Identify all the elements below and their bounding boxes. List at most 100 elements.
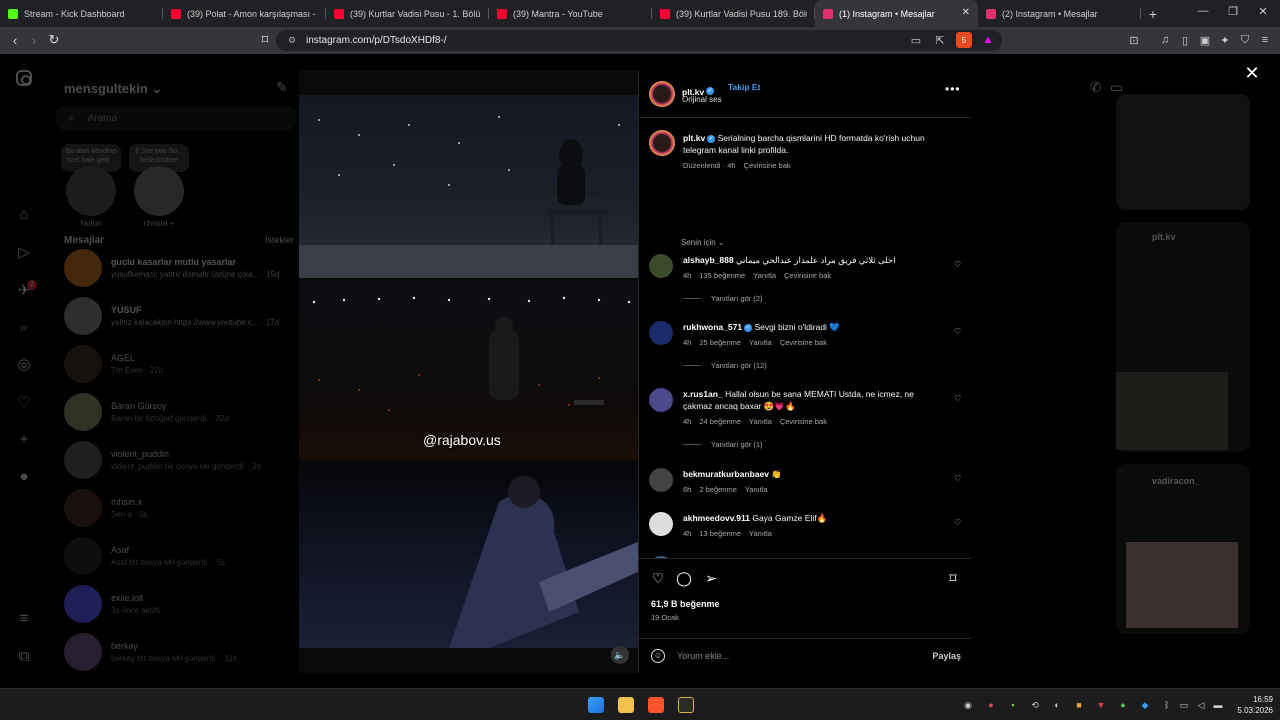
close-modal-icon[interactable]: ✕ bbox=[1243, 64, 1261, 82]
comment-like-count[interactable]: 135 beğenme bbox=[699, 271, 745, 280]
tray-app-icon[interactable]: ▪ bbox=[1007, 699, 1019, 711]
bluetooth-icon[interactable]: ᛒ bbox=[1161, 699, 1173, 711]
more-options-icon[interactable]: ••• bbox=[945, 82, 961, 96]
comment-like-icon[interactable]: ♡ bbox=[954, 260, 961, 269]
tray-app-icon[interactable]: ● bbox=[985, 699, 997, 711]
like-heart-icon[interactable]: ♡ bbox=[649, 569, 667, 587]
media-icon[interactable]: ♫ bbox=[1157, 32, 1173, 48]
browser-tab[interactable]: Stream - Kick Dashboard bbox=[0, 0, 163, 27]
back-arrow-icon[interactable]: ‹ bbox=[5, 30, 25, 50]
share-page-icon[interactable]: ⇱ bbox=[932, 32, 948, 48]
wallet-icon[interactable]: ▣ bbox=[1197, 32, 1213, 48]
avatar[interactable] bbox=[649, 388, 673, 412]
browser-tab[interactable]: (2) Instagram • Mesajlar bbox=[978, 0, 1141, 27]
comment-like-icon[interactable]: ♡ bbox=[954, 394, 961, 403]
reload-icon[interactable]: ↻ bbox=[44, 30, 64, 50]
comment-username[interactable]: bekmuratkurbanbaev bbox=[683, 469, 769, 479]
browser-tab[interactable]: (39) Mantra - YouTube bbox=[489, 0, 652, 27]
leo-icon[interactable]: ✦ bbox=[1217, 32, 1233, 48]
translate-link[interactable]: Çevirisine bak bbox=[744, 161, 791, 170]
tray-app-icon[interactable]: ◉ bbox=[962, 699, 974, 711]
comment-username[interactable]: alshayb_888 bbox=[683, 255, 734, 265]
close-window-icon[interactable]: ✕ bbox=[1253, 5, 1273, 18]
tray-app-icon[interactable]: ◐ bbox=[1051, 699, 1063, 711]
browser-tab[interactable]: (39) Kurtlar Vadisi Pusu - 1. Bölüm Full… bbox=[326, 0, 489, 27]
maximize-icon[interactable]: ❐ bbox=[1223, 5, 1243, 18]
app-icon[interactable] bbox=[678, 697, 694, 713]
brave-browser-icon[interactable] bbox=[648, 697, 664, 713]
close-tab-icon[interactable]: ✕ bbox=[962, 7, 970, 18]
comment-icon[interactable]: ◯ bbox=[675, 569, 693, 587]
comment-body: akhmeedovv.911 Gaya Gamze Elif🔥 4h 13 beğe… bbox=[683, 512, 945, 540]
network-icon[interactable]: ▭ bbox=[1178, 699, 1190, 711]
comment-like-count[interactable]: 24 beğenme bbox=[699, 417, 741, 426]
system-clock[interactable]: 16:59 5.03.2026 bbox=[1233, 694, 1273, 716]
comment-like-icon[interactable]: ♡ bbox=[954, 518, 961, 527]
minimize-icon[interactable]: — bbox=[1193, 5, 1213, 17]
new-tab-button[interactable]: + bbox=[1141, 0, 1165, 27]
translate-link[interactable]: Çevirisine bak bbox=[784, 271, 831, 280]
avatar[interactable] bbox=[649, 81, 675, 107]
sidebar-icon[interactable]: ▯ bbox=[1177, 32, 1193, 48]
like-count[interactable]: 61,9 B beğenme bbox=[651, 599, 720, 609]
sort-dropdown[interactable]: Senin için ⌄ bbox=[681, 238, 725, 247]
brave-shield-icon[interactable]: 5 bbox=[956, 32, 972, 48]
avatar[interactable] bbox=[649, 468, 673, 492]
emoji-icon[interactable]: ☺ bbox=[651, 649, 665, 663]
mute-icon[interactable]: 🔈 bbox=[611, 646, 629, 664]
tray-app-icon[interactable]: ⟲ bbox=[1029, 699, 1041, 711]
comment-like-count[interactable]: 13 beğenme bbox=[699, 529, 741, 538]
avatar[interactable] bbox=[649, 254, 673, 278]
comment-username[interactable]: rukhwona_571 bbox=[683, 322, 742, 332]
menu-icon[interactable]: ≡ bbox=[1257, 32, 1273, 48]
avatar[interactable] bbox=[649, 512, 673, 536]
file-explorer-icon[interactable] bbox=[618, 697, 634, 713]
view-replies-button[interactable]: Yanıtları gör (12) bbox=[683, 361, 767, 370]
volume-icon[interactable]: ◁ bbox=[1195, 699, 1207, 711]
browser-tab[interactable]: (1) Instagram • Mesajlar ✕ bbox=[815, 0, 978, 27]
cast-icon[interactable]: ▭ bbox=[908, 32, 924, 48]
reply-button[interactable]: Yanıtla bbox=[753, 271, 776, 280]
bookmark-icon[interactable]: ⌑ bbox=[255, 30, 275, 50]
translate-link[interactable]: Çevirisine bak bbox=[780, 338, 827, 347]
author-username[interactable]: plt.kv bbox=[683, 133, 705, 143]
comment-username[interactable]: x.rus1an_ bbox=[683, 389, 723, 399]
battery-icon[interactable]: ▬ bbox=[1212, 699, 1224, 711]
comment-like-count[interactable]: 2 beğenme bbox=[699, 485, 737, 494]
comment-like-icon[interactable]: ♡ bbox=[954, 327, 961, 336]
post-comment-button[interactable]: Paylaş bbox=[932, 651, 961, 661]
reply-button[interactable]: Yanıtla bbox=[749, 338, 772, 347]
share-icon[interactable]: ➢ bbox=[702, 569, 720, 587]
comment-username[interactable]: akhmeedovv.911 bbox=[683, 513, 750, 523]
translate-link[interactable]: Çevirisine bak bbox=[780, 417, 827, 426]
screenshot-icon[interactable]: ⊡ bbox=[1126, 32, 1142, 48]
browser-tab[interactable]: (39) Polat - Amon karşılaşması - YouTube bbox=[163, 0, 326, 27]
view-replies-button[interactable]: Yanıtları gör (2) bbox=[683, 294, 763, 303]
reply-button[interactable]: Yanıtla bbox=[745, 485, 768, 494]
start-icon[interactable] bbox=[588, 697, 604, 713]
comment-like-count[interactable]: 25 beğenme bbox=[699, 338, 741, 347]
tray-app-icon[interactable]: ▼ bbox=[1095, 699, 1107, 711]
browser-tab[interactable]: (39) Kurtlar Vadisi Pusu 189. Bölüm bbox=[652, 0, 815, 27]
comment-like-icon[interactable]: ♡ bbox=[954, 474, 961, 483]
avatar[interactable] bbox=[649, 321, 673, 345]
vpn-icon[interactable]: ⛉ bbox=[1237, 32, 1253, 48]
view-replies-button[interactable]: Yanıtları gör (1) bbox=[683, 440, 763, 449]
reply-button[interactable]: Yanıtla bbox=[749, 529, 772, 538]
brave-rewards-icon[interactable]: ▲ bbox=[980, 32, 996, 48]
tray-app-icon[interactable]: ■ bbox=[1073, 699, 1085, 711]
follow-button[interactable]: Takip Et bbox=[728, 82, 760, 92]
comment-meta: 4h 135 beğenme Yanıtla Çevirisine bak bbox=[683, 270, 945, 282]
forward-arrow-icon[interactable]: › bbox=[24, 30, 44, 50]
tray-app-icon[interactable]: ● bbox=[1117, 699, 1129, 711]
tray-app-icon[interactable]: ◆ bbox=[1139, 699, 1151, 711]
avatar[interactable] bbox=[649, 130, 675, 156]
reply-button[interactable]: Yanıtla bbox=[749, 417, 772, 426]
save-bookmark-icon[interactable]: ⌑ bbox=[944, 569, 962, 587]
tab-title: (39) Kurtlar Vadisi Pusu 189. Bölüm bbox=[676, 8, 807, 19]
address-bar[interactable]: ⚙ instagram.com/p/DTsdoXHDf8-/ bbox=[276, 30, 1002, 51]
audio-label[interactable]: Orijinal ses bbox=[682, 95, 722, 104]
post-video[interactable]: @rajabov.us 🔈 bbox=[299, 70, 638, 673]
site-info-icon[interactable]: ⚙ bbox=[288, 35, 298, 46]
comment-input[interactable]: Yorum ekle... bbox=[677, 651, 932, 661]
